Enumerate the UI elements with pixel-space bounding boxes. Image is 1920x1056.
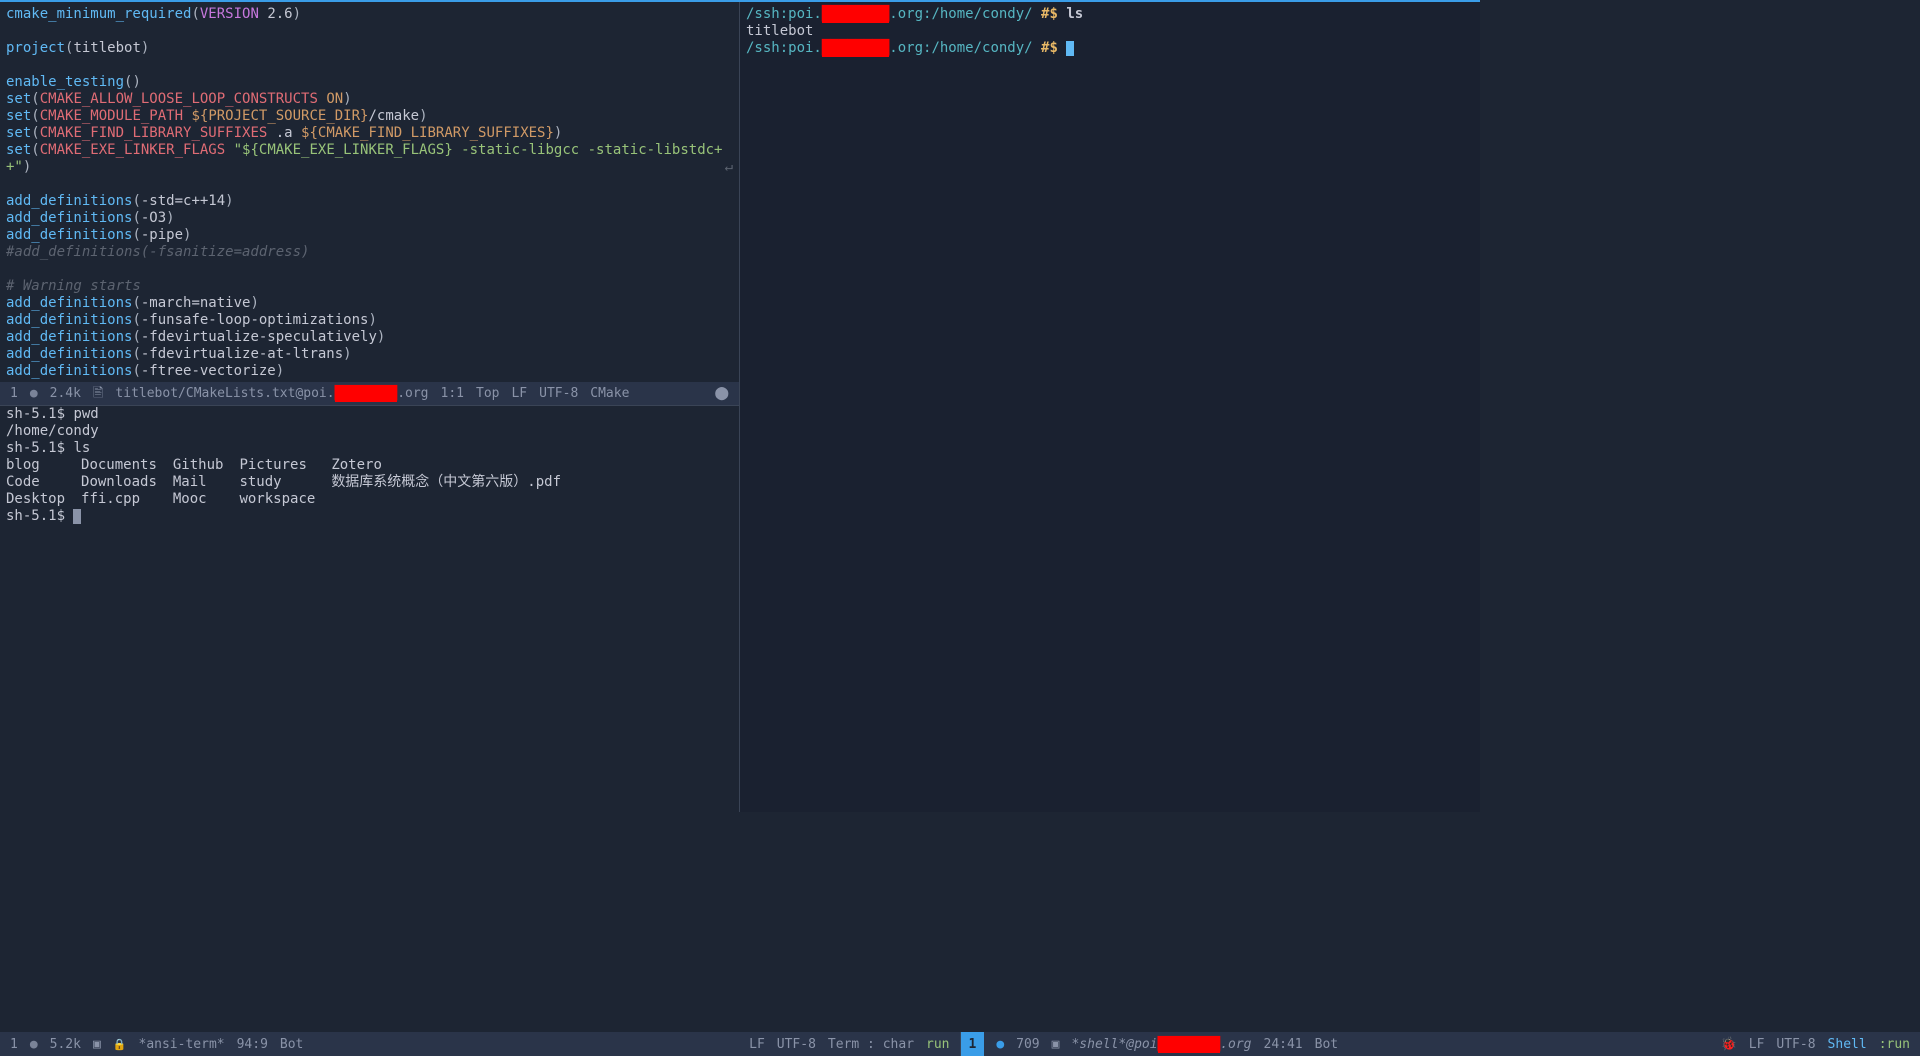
buffer-name: *shell*@poi████████.org (1071, 1036, 1251, 1053)
major-mode: Term : char (828, 1036, 914, 1053)
cursor (73, 509, 81, 524)
file-size: 2.4k (50, 385, 81, 402)
editor-container: cmake_minimum_required(VERSION 2.6) proj… (0, 0, 1480, 812)
file-size: 709 (1016, 1036, 1039, 1053)
cursor (1066, 41, 1074, 56)
modified-dot-icon: ● (30, 385, 38, 402)
buffer-name: *ansi-term* (139, 1036, 225, 1053)
modeline-shell[interactable]: 1 ● 709 ▣ *shell*@poi████████.org 24:41 … (960, 1032, 1920, 1056)
cmake-editor[interactable]: cmake_minimum_required(VERSION 2.6) proj… (0, 2, 739, 382)
bug-icon: 🐞 (1721, 1036, 1737, 1053)
file-size: 5.2k (50, 1036, 81, 1053)
modified-dot-icon: ● (996, 1036, 1004, 1053)
cursor-pos: 1:1 (441, 385, 464, 402)
bottom-modelines: 1 ● 5.2k ▣ 🔒 *ansi-term* 94:9 Bot LF UTF… (0, 1032, 1920, 1056)
file-path: titlebot/CMakeLists.txt@poi.████████.org (115, 385, 428, 402)
terminal-icon: ▣ (1052, 1036, 1060, 1053)
right-pane: /ssh:poi.████████.org:/home/condy/ #$ ls… (740, 2, 1480, 812)
modified-dot-icon: ● (30, 1036, 38, 1053)
line-ending: LF (1749, 1036, 1765, 1053)
line-ending: LF (749, 1036, 765, 1053)
right-indicator-icon: ⬤ (714, 385, 729, 402)
active-indicator: 1 (961, 1032, 985, 1056)
scroll-pos: Bot (1315, 1036, 1338, 1053)
major-mode: CMake (590, 385, 629, 402)
file-icon: 🖹 (93, 385, 103, 402)
buffer-number: 1 (10, 385, 18, 402)
terminal-icon: ▣ (93, 1036, 101, 1053)
run-status: run (926, 1036, 949, 1053)
left-pane: cmake_minimum_required(VERSION 2.6) proj… (0, 2, 740, 812)
modeline-editor[interactable]: 1 ● 2.4k 🖹 titlebot/CMakeLists.txt@poi.█… (0, 382, 739, 406)
cursor-pos: 24:41 (1264, 1036, 1303, 1053)
buffer-number: 1 (10, 1036, 18, 1053)
encoding: UTF-8 (539, 385, 578, 402)
encoding: UTF-8 (1776, 1036, 1815, 1053)
scroll-pos: Bot (280, 1036, 303, 1053)
major-mode: Shell (1828, 1036, 1867, 1053)
encoding: UTF-8 (777, 1036, 816, 1053)
cursor-pos: 94:9 (237, 1036, 268, 1053)
code-content[interactable]: cmake_minimum_required(VERSION 2.6) proj… (6, 6, 733, 380)
term-content[interactable]: sh-5.1$ pwd /home/condy sh-5.1$ ls blogC… (6, 406, 733, 525)
ansi-term[interactable]: sh-5.1$ pwd /home/condy sh-5.1$ ls blogC… (0, 406, 739, 812)
line-ending: LF (511, 385, 527, 402)
ssh-content[interactable]: /ssh:poi.████████.org:/home/condy/ #$ ls… (746, 6, 1474, 57)
lock-icon: 🔒 (113, 1036, 127, 1053)
modeline-ansi-term[interactable]: 1 ● 5.2k ▣ 🔒 *ansi-term* 94:9 Bot LF UTF… (0, 1032, 960, 1056)
ssh-shell[interactable]: /ssh:poi.████████.org:/home/condy/ #$ ls… (740, 2, 1480, 812)
run-status: :run (1879, 1036, 1910, 1053)
scroll-pos: Top (476, 385, 499, 402)
